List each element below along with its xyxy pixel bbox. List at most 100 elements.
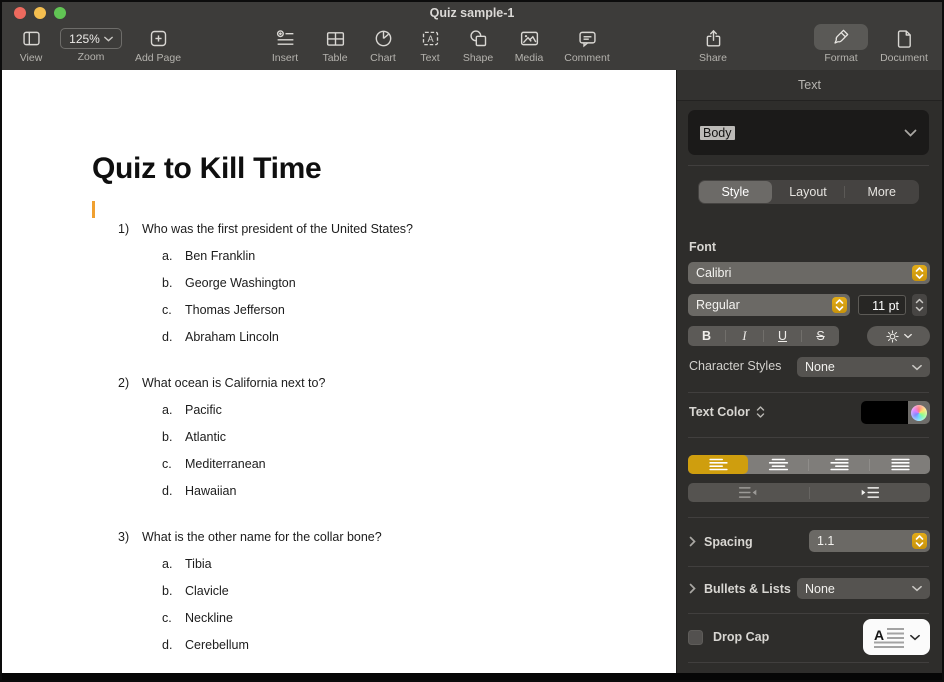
option-line[interactable]: b. George Washington	[92, 270, 413, 297]
option-line[interactable]: c. Thomas Jefferson	[92, 297, 413, 324]
minimize-button[interactable]	[34, 7, 46, 19]
option-line[interactable]: b. Atlantic	[92, 424, 413, 451]
option-letter: c.	[162, 611, 172, 625]
option-letter: c.	[162, 457, 172, 471]
color-wheel-icon	[911, 404, 927, 421]
question-number: 1)	[118, 222, 130, 236]
option-text: Abraham Lincoln	[185, 330, 279, 344]
option-line[interactable]: d. Cerebellum	[92, 632, 413, 659]
option-text: Tibia	[185, 557, 212, 571]
character-styles-value: None	[805, 360, 835, 374]
chevron-right-icon	[689, 583, 696, 594]
option-text: Mediterranean	[185, 457, 266, 471]
add-page-label: Add Page	[134, 52, 182, 64]
document-heading[interactable]: Quiz to Kill Time	[92, 152, 322, 186]
question-text: What is the other name for the collar bo…	[142, 530, 382, 544]
tab-more[interactable]: More	[845, 181, 918, 203]
bullets-disclosure[interactable]	[689, 583, 696, 597]
option-line[interactable]: c. Mediterranean	[92, 451, 413, 478]
zoom-control[interactable]: 125% Zoom	[56, 26, 126, 63]
font-size-field[interactable]: 11 pt	[858, 295, 906, 315]
comment-label: Comment	[564, 52, 610, 64]
strikethrough-button[interactable]: S	[802, 326, 839, 346]
tab-layout[interactable]: Layout	[772, 181, 845, 203]
toolbar: View 125% Zoom Add Page Insert Table Cha…	[2, 22, 942, 70]
align-right-button[interactable]	[809, 455, 869, 474]
divider	[688, 392, 929, 393]
text-color-label: Text Color	[689, 405, 765, 419]
align-center-button[interactable]	[748, 455, 808, 474]
comment-button[interactable]: Comment	[552, 26, 622, 64]
option-letter: a.	[162, 249, 173, 263]
question-line[interactable]: 2) What ocean is California next to?	[92, 370, 413, 397]
bullets-dropdown[interactable]: None	[797, 578, 930, 599]
option-letter: a.	[162, 557, 173, 571]
drop-cap-checkbox[interactable]	[688, 630, 703, 645]
advanced-font-options-button[interactable]	[867, 326, 930, 346]
add-page-button[interactable]: Add Page	[123, 26, 193, 64]
style-tabs: Style Layout More	[698, 180, 919, 204]
document-button[interactable]: Document	[869, 26, 939, 64]
spacing-disclosure[interactable]	[689, 536, 696, 550]
up-down-stepper-icon	[915, 298, 924, 312]
option-line[interactable]: b. Clavicle	[92, 578, 413, 605]
chevron-right-icon	[689, 536, 696, 547]
option-text: Pacific	[185, 403, 222, 417]
option-line[interactable]: a. Pacific	[92, 397, 413, 424]
tab-style[interactable]: Style	[699, 181, 772, 203]
italic-button[interactable]: I	[726, 326, 763, 346]
drop-cap-style-button[interactable]: A	[863, 619, 930, 655]
document-icon	[894, 26, 915, 50]
font-family-select[interactable]: Calibri	[688, 262, 930, 284]
paragraph-style-dropdown[interactable]: Body	[688, 110, 929, 155]
font-size-stepper[interactable]	[912, 294, 927, 316]
option-line[interactable]: c. Neckline	[92, 605, 413, 632]
decrease-indent-button[interactable]	[688, 483, 809, 502]
format-label: Format	[824, 52, 858, 64]
question-line[interactable]: 3) What is the other name for the collar …	[92, 524, 413, 551]
character-styles-dropdown[interactable]: None	[797, 357, 930, 377]
color-picker-button[interactable]	[908, 401, 930, 424]
option-text: Hawaiian	[185, 484, 237, 498]
drop-cap-label: Drop Cap	[713, 630, 770, 644]
question-list[interactable]: 1) Who was the first president of the Uni…	[92, 216, 413, 659]
share-button[interactable]: Share	[678, 26, 748, 64]
font-family-value: Calibri	[696, 266, 732, 280]
format-button[interactable]: Format	[806, 24, 876, 64]
gear-icon	[886, 329, 899, 343]
option-letter: b.	[162, 276, 173, 290]
share-icon	[703, 26, 724, 50]
bullets-value: None	[805, 581, 835, 596]
fullscreen-button[interactable]	[54, 7, 66, 19]
align-justify-button[interactable]	[870, 455, 930, 474]
bold-button[interactable]: B	[688, 326, 725, 346]
character-styles-label: Character Styles	[689, 359, 782, 373]
document-page[interactable]: Quiz to Kill Time 1) Who was the first pr…	[2, 70, 676, 673]
comment-icon	[577, 26, 598, 50]
question-text: What ocean is California next to?	[142, 376, 326, 390]
chart-icon	[373, 26, 394, 50]
align-left-button[interactable]	[688, 455, 748, 474]
option-line[interactable]: d. Abraham Lincoln	[92, 324, 413, 351]
underline-button[interactable]: U	[764, 326, 801, 346]
option-line[interactable]: d. Hawaiian	[92, 478, 413, 505]
zoom-select[interactable]: 125%	[60, 28, 122, 49]
shape-icon	[468, 26, 489, 50]
option-line[interactable]: a. Ben Franklin	[92, 243, 413, 270]
option-line[interactable]: a. Tibia	[92, 551, 413, 578]
question-line[interactable]: 1) Who was the first president of the Uni…	[92, 216, 413, 243]
font-typeface-select[interactable]: Regular	[688, 294, 850, 316]
format-icon	[831, 25, 851, 49]
option-letter: d.	[162, 638, 173, 652]
spacing-select[interactable]: 1.1	[809, 530, 930, 552]
format-highlight	[814, 24, 868, 50]
font-style-buttons: B I U S	[688, 326, 839, 346]
option-text: George Washington	[185, 276, 296, 290]
text-color-swatch[interactable]	[861, 401, 930, 424]
spacing-value: 1.1	[817, 534, 835, 548]
close-button[interactable]	[14, 7, 26, 19]
increase-indent-button[interactable]	[810, 483, 931, 502]
chevron-down-icon	[103, 36, 113, 42]
format-sidebar: Text Body Style Layout More Font Calibri…	[676, 70, 942, 673]
table-label: Table	[322, 52, 348, 64]
